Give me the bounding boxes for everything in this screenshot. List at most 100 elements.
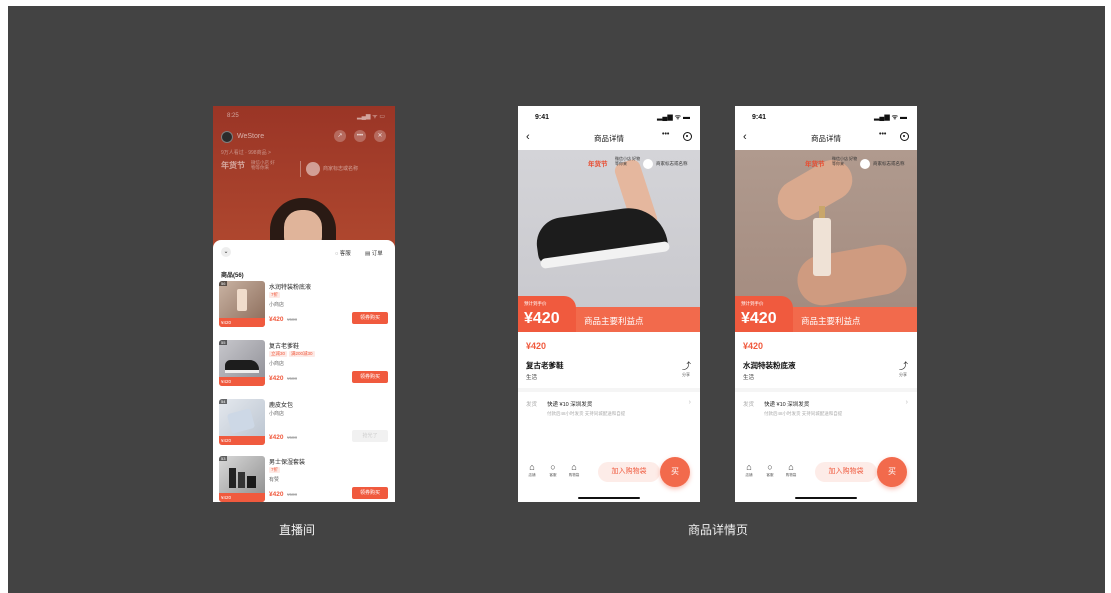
- record-icon[interactable]: [683, 132, 692, 141]
- item-shop: 有赞: [269, 477, 280, 483]
- more-icon[interactable]: •••: [662, 131, 669, 138]
- store-name[interactable]: WeStore: [237, 133, 264, 140]
- service-button[interactable]: ◌ 客服: [335, 249, 351, 257]
- service-button[interactable]: ○ 客服: [545, 462, 561, 478]
- item-price: ¥420: [269, 375, 284, 382]
- buy-with-coupon-button[interactable]: 领券购买: [352, 312, 388, 324]
- product-name: 复古老爹鞋: [526, 361, 564, 370]
- add-to-cart-button[interactable]: 加入购物袋: [598, 462, 660, 482]
- capsule-menu[interactable]: •••: [879, 131, 909, 143]
- product-image: 55 ¥420: [219, 340, 265, 386]
- shipping-label: 发货: [526, 402, 538, 408]
- shop-button[interactable]: ⌂ 店铺: [741, 462, 757, 478]
- more-icon[interactable]: •••: [354, 130, 366, 142]
- product-image: 53 ¥420: [219, 456, 265, 502]
- product-category: 生活: [526, 375, 538, 381]
- festival-logo: 年货节: [221, 161, 245, 170]
- product-image: 年货节 微信小店 好物等你来 商家标志或名称: [735, 150, 917, 310]
- record-icon[interactable]: [900, 132, 909, 141]
- brand-name: 商家标志或名称: [873, 161, 905, 166]
- share-icon[interactable]: ⤴: [899, 359, 908, 372]
- share-label[interactable]: 分享: [899, 372, 907, 378]
- store-logo[interactable]: [221, 131, 233, 143]
- capsule-menu[interactable]: •••: [662, 131, 692, 143]
- home-icon: ⌂: [529, 462, 535, 472]
- add-to-cart-button[interactable]: 加入购物袋: [815, 462, 877, 482]
- item-price: ¥420: [269, 491, 284, 498]
- bottom-action-bar: ⌂ 店铺 ○ 客服 ⌂ 购物袋 加入购物袋 买: [735, 456, 917, 492]
- item-original-price: ¥588: [287, 317, 298, 322]
- divider: [300, 161, 301, 177]
- item-shop: 小商店: [269, 361, 285, 367]
- service-button[interactable]: ○ 客服: [762, 462, 778, 478]
- item-tags: 7折: [269, 467, 281, 473]
- chat-icon: ○: [767, 462, 773, 472]
- cart-button[interactable]: ⌂ 购物袋: [566, 462, 582, 478]
- nav-bar: ‹ 商品详情 •••: [735, 128, 917, 148]
- caption-live-room: 直播间: [278, 523, 316, 537]
- close-icon[interactable]: ✕: [374, 130, 386, 142]
- buy-button[interactable]: 买: [660, 457, 690, 487]
- product-name: 水润特装粉底液: [743, 361, 796, 370]
- item-price: ¥420: [269, 434, 284, 441]
- brand-logo: [643, 159, 653, 169]
- shipping-label: 发货: [743, 402, 755, 408]
- chevron-right-icon[interactable]: ›: [906, 399, 908, 406]
- more-icon[interactable]: •••: [879, 131, 886, 138]
- estimated-price-label: 预计到手价: [524, 301, 547, 306]
- shipping-info[interactable]: 快递 ¥10 深圳发货: [764, 400, 809, 408]
- festival-subtitle: 微信小店 好物等你来: [832, 156, 858, 166]
- product-price: ¥420: [526, 341, 547, 351]
- brand-logo: [860, 159, 870, 169]
- brand-name: 商家标志或名称: [323, 166, 359, 172]
- festival-subtitle: 微信小店 好物等你来: [251, 160, 275, 170]
- chevron-right-icon[interactable]: ›: [689, 399, 691, 406]
- viewers-count[interactable]: 9万人看过 · 998商品 >: [221, 149, 271, 156]
- share-icon[interactable]: ↗: [334, 130, 346, 142]
- item-shop: 小商店: [269, 411, 285, 417]
- item-tags: 立减30 满200减30: [269, 351, 315, 357]
- caption-product-detail: 商品详情页: [687, 523, 749, 537]
- list-item[interactable]: 55 ¥420 复古老爹鞋 立减30 满200减30 小商店 ¥420 ¥588 …: [213, 340, 395, 398]
- estimated-price: ¥420: [524, 310, 560, 327]
- divider: [735, 388, 917, 392]
- status-signal: ▂▄▆ ᯤ ▭: [357, 114, 385, 120]
- product-detail-phone-foundation: 9:41 ▂▄▆ ᯤ ▬ ‹ 商品详情 ••• 年货节 微信小店 好物等你来 商…: [735, 106, 917, 502]
- share-label[interactable]: 分享: [682, 372, 690, 378]
- bag-icon: ⌂: [788, 462, 794, 472]
- cart-button[interactable]: ⌂ 购物袋: [783, 462, 799, 478]
- shipping-info[interactable]: 快递 ¥10 深圳发货: [547, 400, 592, 408]
- product-category: 生活: [743, 375, 755, 381]
- orders-button[interactable]: ▤ 订单: [365, 249, 383, 257]
- status-time: 8:25: [227, 113, 239, 119]
- item-original-price: ¥588: [287, 376, 298, 381]
- shop-button[interactable]: ⌂ 店铺: [524, 462, 540, 478]
- buy-with-coupon-button[interactable]: 领券购买: [352, 487, 388, 499]
- chat-icon: ○: [550, 462, 556, 472]
- price-banner: 预计到手价 ¥420 商品主要利益点: [735, 296, 917, 332]
- canvas-board: 8:25 ▂▄▆ ᯤ ▭ WeStore ↗ ••• ✕ 9万人看过 · 998…: [8, 6, 1105, 593]
- product-image: 54 ¥420: [219, 399, 265, 445]
- festival-logo: 年货节: [805, 161, 825, 168]
- estimated-price-label: 预计到手价: [741, 301, 764, 306]
- live-room-phone: 8:25 ▂▄▆ ᯤ ▭ WeStore ↗ ••• ✕ 9万人看过 · 998…: [213, 106, 395, 502]
- home-indicator: [795, 496, 857, 499]
- price-banner: 预计到手价 ¥420 商品主要利益点: [518, 296, 700, 332]
- home-icon: ⌂: [746, 462, 752, 472]
- item-name: 鹿皮女包: [269, 403, 294, 409]
- list-item[interactable]: 54 ¥420 鹿皮女包 小商店 ¥420 ¥588 抢光了: [213, 399, 395, 457]
- buy-with-coupon-button[interactable]: 领券购买: [352, 371, 388, 383]
- list-item[interactable]: 56 ¥420 水润特装粉底液 7折 小商店 ¥420 ¥588 领券购买: [213, 281, 395, 339]
- shipping-subinfo: 付款后48小时发货 支持同城配送和自提: [764, 411, 843, 416]
- status-bar: 9:41 ▂▄▆ ᯤ ▬: [535, 114, 690, 121]
- list-item[interactable]: 53 ¥420 男士保湿套装 7折 有赞 ¥420 ¥588 领券购买: [213, 456, 395, 502]
- buy-button[interactable]: 买: [877, 457, 907, 487]
- chevron-down-icon[interactable]: ⌄: [221, 247, 231, 257]
- product-detail-phone-shoe: 9:41 ▂▄▆ ᯤ ▬ ‹ 商品详情 ••• 年货节 微信小店 好物等你来 商…: [518, 106, 700, 502]
- share-icon[interactable]: ⤴: [682, 359, 691, 372]
- brand-logo: [306, 162, 320, 176]
- product-sheet: ⌄ ◌ 客服 ▤ 订单 商品(56) 56 ¥420 水润特装粉底液 7折 小商…: [213, 240, 395, 502]
- product-price: ¥420: [743, 341, 764, 351]
- item-name: 水润特装粉底液: [269, 285, 312, 291]
- home-indicator: [578, 496, 640, 499]
